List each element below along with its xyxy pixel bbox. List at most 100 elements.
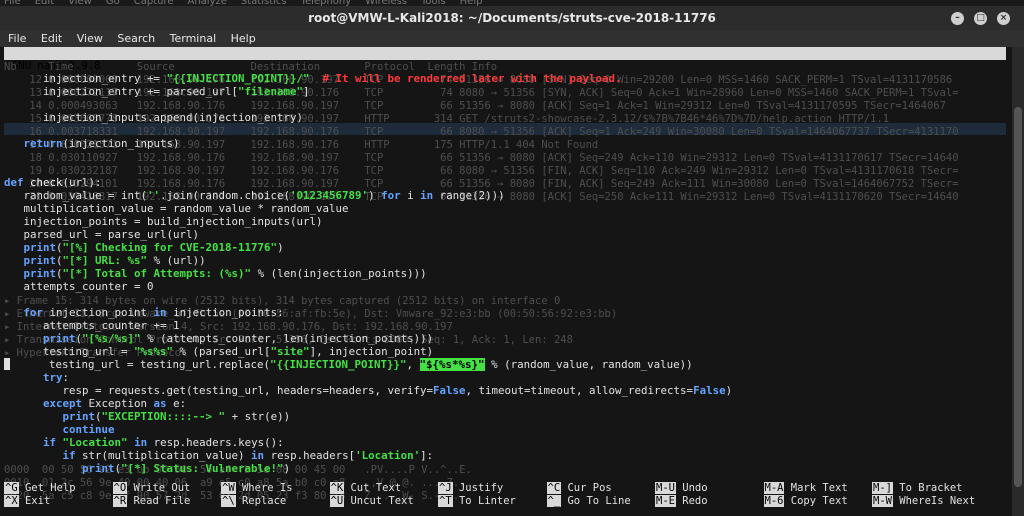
shortcut-key: M-A — [763, 482, 785, 494]
code-token: ]: — [420, 449, 434, 462]
shortcut-key: ^_ — [546, 494, 562, 507]
shortcut-key: M-W — [872, 494, 893, 507]
shortcut-item[interactable]: M-W WhereIs Next — [872, 494, 976, 508]
shortcut-label: Where Is — [235, 482, 293, 494]
shortcut-item[interactable]: ^W Where Is — [221, 482, 293, 495]
shortcut-item[interactable]: ^\ Replace — [221, 494, 287, 508]
code-token: injection_entry += — [4, 72, 167, 85]
code-line: continue — [4, 423, 115, 436]
code-token: "[%s/%s]" — [82, 332, 141, 345]
terminal-area[interactable]: GNU nano 2.9.8 45260.py Nb Time Source D… — [0, 47, 1012, 516]
terminal-scrollbar[interactable] — [1012, 47, 1024, 516]
window-titlebar[interactable]: root@VMW-L-Kali2018: ~/Documents/struts-… — [0, 6, 1024, 30]
shortcut-item[interactable]: ^C Cur Pos — [546, 482, 612, 495]
code-token: for — [381, 189, 401, 202]
shortcut-key: M-E — [655, 494, 676, 507]
shortcut-label: Get Help — [18, 482, 76, 494]
code-line: injection_points = build_injection_input… — [4, 215, 323, 228]
code-line: def check(url): — [4, 176, 102, 189]
shortcut-item[interactable]: ^_ Go To Line — [546, 494, 631, 508]
menu-terminal[interactable]: Terminal — [170, 32, 217, 45]
code-token: try — [43, 371, 63, 384]
menu-view[interactable]: View — [77, 32, 103, 45]
code-token: "[*] Status: Vulnerable!" — [121, 462, 284, 475]
shortcut-label: Undo — [675, 482, 708, 494]
shortcut-key: ^O — [112, 482, 128, 494]
scrollbar-thumb[interactable] — [1014, 107, 1022, 487]
code-line: testing_url = testing_url.replace("{{INJ… — [4, 358, 693, 371]
code-token: attempts_counter = 0 — [4, 280, 154, 293]
shortcut-key: ^T — [438, 494, 453, 507]
shortcut-label: Copy Text — [784, 494, 848, 507]
code-line: parsed_url = parse_url(url) — [4, 228, 200, 241]
code-token: resp = requests.get(testing_url, headers… — [4, 384, 434, 397]
maximize-icon[interactable]: □ — [974, 12, 987, 25]
close-icon[interactable]: × — [997, 12, 1010, 25]
shortcut-key: ^G — [4, 482, 19, 494]
shortcut-label: Cut Text — [344, 482, 402, 494]
code-token: resp.headers.keys(): — [147, 436, 284, 449]
code-token: in — [420, 189, 434, 202]
menu-edit[interactable]: Edit — [41, 32, 62, 45]
code-token: , — [406, 358, 420, 371]
shortcut-item[interactable]: ^K Cut Text — [329, 482, 402, 495]
shortcut-key: M-] — [872, 482, 893, 494]
shortcut-item[interactable]: ^T To Linter — [438, 494, 516, 508]
shortcut-label: To Linter — [452, 494, 516, 507]
code-line: except Exception as e: — [4, 397, 186, 410]
code-line: random_value = int(''.join(random.choice… — [4, 189, 505, 202]
shortcut-label: WhereIs Next — [892, 494, 976, 507]
shortcut-key: ^K — [329, 482, 345, 494]
code-token: except — [43, 397, 83, 410]
code-token: + str(e)) — [225, 410, 291, 423]
code-token: "{{INJECTION_POINT}}" — [270, 358, 407, 371]
shortcut-key: ^\ — [221, 494, 236, 507]
shortcut-item[interactable]: ^R Read File — [112, 494, 190, 508]
code-token: "Location" — [62, 436, 128, 449]
code-token: "${%s*%s}" — [419, 358, 485, 371]
code-line: testing_url = "%s%s" % (parsed_url["site… — [4, 345, 433, 358]
shortcut-label: Justify — [452, 482, 504, 494]
menu-help[interactable]: Help — [231, 32, 256, 45]
code-token: testing_url = — [4, 345, 135, 358]
code-token: "filename" — [238, 85, 304, 98]
shortcut-item[interactable]: M-6 Copy Text — [763, 494, 848, 508]
shortcut-key: M-U — [655, 482, 676, 494]
code-token: injection_points = build_injection_input… — [4, 215, 323, 228]
code-line: print("EXCEPTION::::--> " + str(e)) — [4, 410, 291, 423]
code-token: as — [153, 397, 167, 410]
shortcut-item[interactable]: ^G Get Help — [4, 482, 76, 495]
menu-file[interactable]: File — [8, 32, 26, 45]
code-token: "site" — [270, 345, 310, 358]
minimize-icon[interactable]: – — [951, 12, 964, 25]
shortcut-item[interactable]: ^J Justify — [438, 482, 503, 495]
code-token: % (random_value, random_value)) — [484, 358, 693, 371]
code-token: injection_points: — [166, 306, 284, 319]
shortcut-key: ^W — [221, 482, 236, 494]
menu-search[interactable]: Search — [117, 32, 155, 45]
code-token: resp.headers[ — [264, 449, 356, 462]
code-token: return — [23, 137, 63, 150]
code-token: parsed_url = parse_url(url) — [4, 228, 200, 241]
code-token: print — [23, 254, 57, 267]
shortcut-key: ^U — [329, 494, 345, 507]
code-token: print — [82, 462, 115, 475]
shortcut-item[interactable]: M-U Undo — [655, 482, 708, 495]
code-token: "[*] Total of Attempts: (%s)" — [62, 267, 252, 280]
shortcut-item[interactable]: M-E Redo — [655, 494, 708, 508]
code-token: "EXCEPTION::::--> " — [101, 410, 226, 423]
shortcut-item[interactable]: M-] To Bracket — [872, 482, 963, 495]
ghost-line: 19 0.030232187 192.168.90.197 192.168.90… — [4, 165, 959, 177]
shortcut-label: Replace — [235, 494, 287, 507]
shortcut-item[interactable]: ^X Exit — [4, 494, 50, 508]
shortcut-item[interactable]: M-A Mark Text — [763, 482, 848, 495]
code-token: str(multiplication_value) — [75, 449, 252, 462]
code-token: "%s%s" — [134, 345, 174, 358]
window-controls: – □ × — [951, 12, 1010, 25]
shortcut-item[interactable]: ^U Uncut Text — [329, 494, 414, 508]
code-token: % (parsed_url[ — [173, 345, 271, 358]
shortcut-item[interactable]: ^O Write Out — [112, 482, 190, 495]
